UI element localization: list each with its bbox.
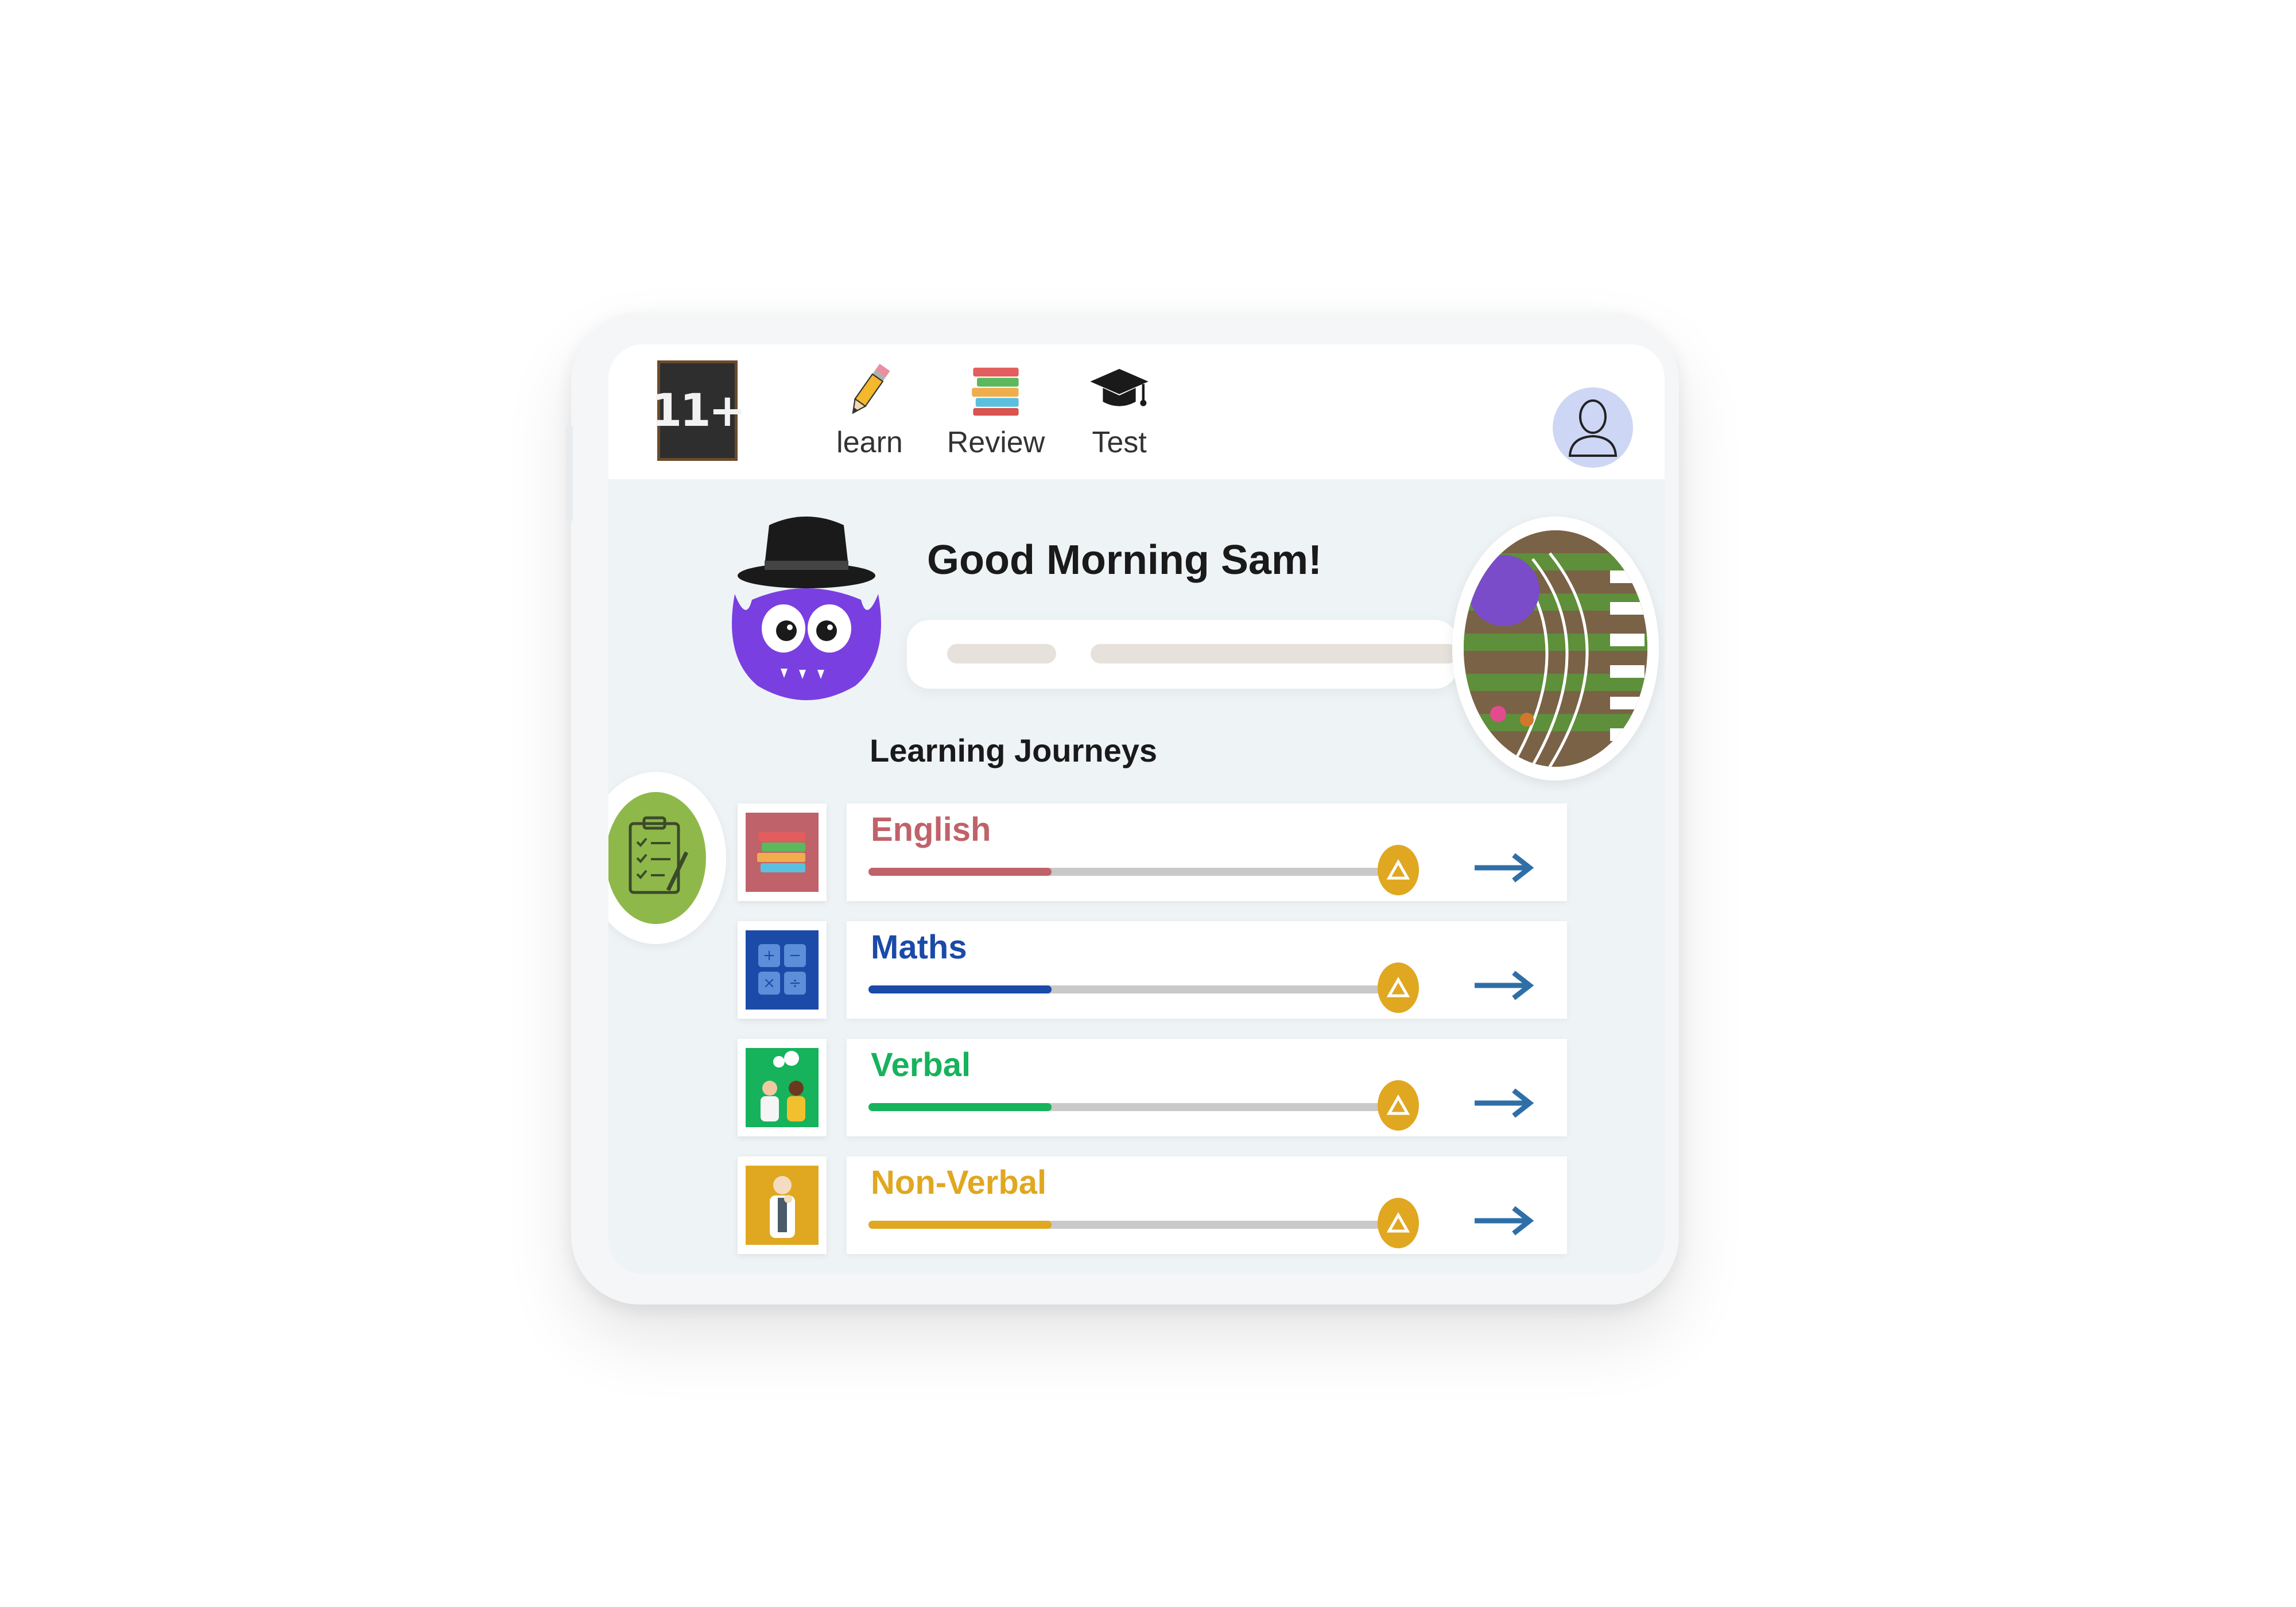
svg-text:÷: ÷	[789, 975, 801, 992]
calculator-icon: + − × ÷	[746, 930, 819, 1010]
non-verbal-open-arrow[interactable]	[1472, 1204, 1535, 1241]
verbal-progress-marker	[1378, 1080, 1419, 1131]
maths-progress-track	[868, 985, 1391, 993]
clipboard-icon	[608, 792, 706, 924]
arrow-right-icon	[1475, 853, 1534, 883]
nav-test[interactable]: Test	[1068, 356, 1171, 460]
arrow-right-icon	[1475, 1206, 1534, 1236]
thinking-person-icon	[746, 1166, 819, 1245]
greeting-status-bar	[907, 620, 1458, 689]
non-verbal-progress-track	[868, 1221, 1391, 1229]
svg-text:+: +	[763, 947, 775, 964]
maths-tile: + − × ÷	[738, 921, 827, 1019]
non-verbal-progress-fill	[868, 1221, 1052, 1229]
status-pill-short	[947, 644, 1056, 663]
verbal-tile	[738, 1039, 827, 1136]
nav-learn[interactable]: learn	[818, 356, 921, 460]
english-card: English	[847, 804, 1567, 901]
profile-button[interactable]	[1553, 387, 1633, 468]
maths-open-arrow[interactable]	[1472, 968, 1535, 1006]
status-pill-long	[1091, 644, 1458, 663]
maths-progress-marker	[1378, 962, 1419, 1013]
non-verbal-label: Non-Verbal	[871, 1164, 1047, 1201]
journey-row-non-verbal[interactable]: Non-Verbal	[738, 1156, 1570, 1257]
non-verbal-tile	[738, 1156, 827, 1254]
books-icon	[944, 356, 1048, 422]
maths-card: Maths	[847, 921, 1567, 1019]
mascot-avatar[interactable]	[723, 508, 890, 709]
journey-row-english[interactable]: English	[738, 804, 1570, 904]
english-label: English	[871, 811, 991, 848]
english-progress-track	[868, 868, 1391, 876]
nav-review[interactable]: Review	[944, 356, 1048, 460]
books-icon	[746, 813, 819, 892]
verbal-progress-track	[868, 1103, 1391, 1111]
tablet-screen: 11+ learn Review Test Good Morning Sam! …	[608, 344, 1665, 1274]
verbal-label: Verbal	[871, 1046, 971, 1084]
conversation-icon	[746, 1048, 819, 1127]
pencil-icon	[818, 356, 921, 422]
journey-row-verbal[interactable]: Verbal	[738, 1039, 1570, 1139]
arrow-right-icon	[1475, 1088, 1534, 1118]
tablet-side-button	[566, 425, 573, 522]
app-logo[interactable]: 11+	[651, 360, 746, 461]
verbal-progress-fill	[868, 1103, 1052, 1111]
greeting-text: Good Morning Sam!	[927, 537, 1322, 583]
journey-row-maths[interactable]: + − × ÷ Maths	[738, 921, 1570, 1022]
english-open-arrow[interactable]	[1472, 851, 1535, 888]
verbal-card: Verbal	[847, 1039, 1567, 1136]
arrow-right-icon	[1475, 971, 1534, 1000]
learning-journeys-title: Learning Journeys	[870, 732, 1158, 768]
game-preview-image	[1464, 530, 1647, 767]
non-verbal-progress-marker	[1378, 1198, 1419, 1248]
top-nav-bar: 11+ learn Review Test	[608, 344, 1665, 479]
svg-text:−: −	[789, 947, 801, 964]
svg-text:×: ×	[763, 975, 775, 992]
maths-progress-fill	[868, 985, 1052, 993]
verbal-open-arrow[interactable]	[1472, 1086, 1535, 1123]
english-progress-fill	[868, 868, 1052, 876]
nav-test-label: Test	[1092, 426, 1147, 459]
graduation-cap-icon	[1068, 356, 1171, 422]
user-profile-icon	[1568, 399, 1618, 457]
assignments-shortcut[interactable]	[608, 772, 726, 944]
english-progress-marker	[1378, 845, 1419, 895]
non-verbal-card: Non-Verbal	[847, 1156, 1567, 1254]
logo-text: 11+	[651, 385, 746, 437]
nav-learn-label: learn	[836, 426, 903, 459]
maths-label: Maths	[871, 929, 967, 966]
game-preview-card[interactable]	[1452, 517, 1659, 781]
english-tile	[738, 804, 827, 901]
nav-review-label: Review	[947, 426, 1045, 459]
main-content: Good Morning Sam! Learning Journeys Engl…	[608, 479, 1665, 1274]
